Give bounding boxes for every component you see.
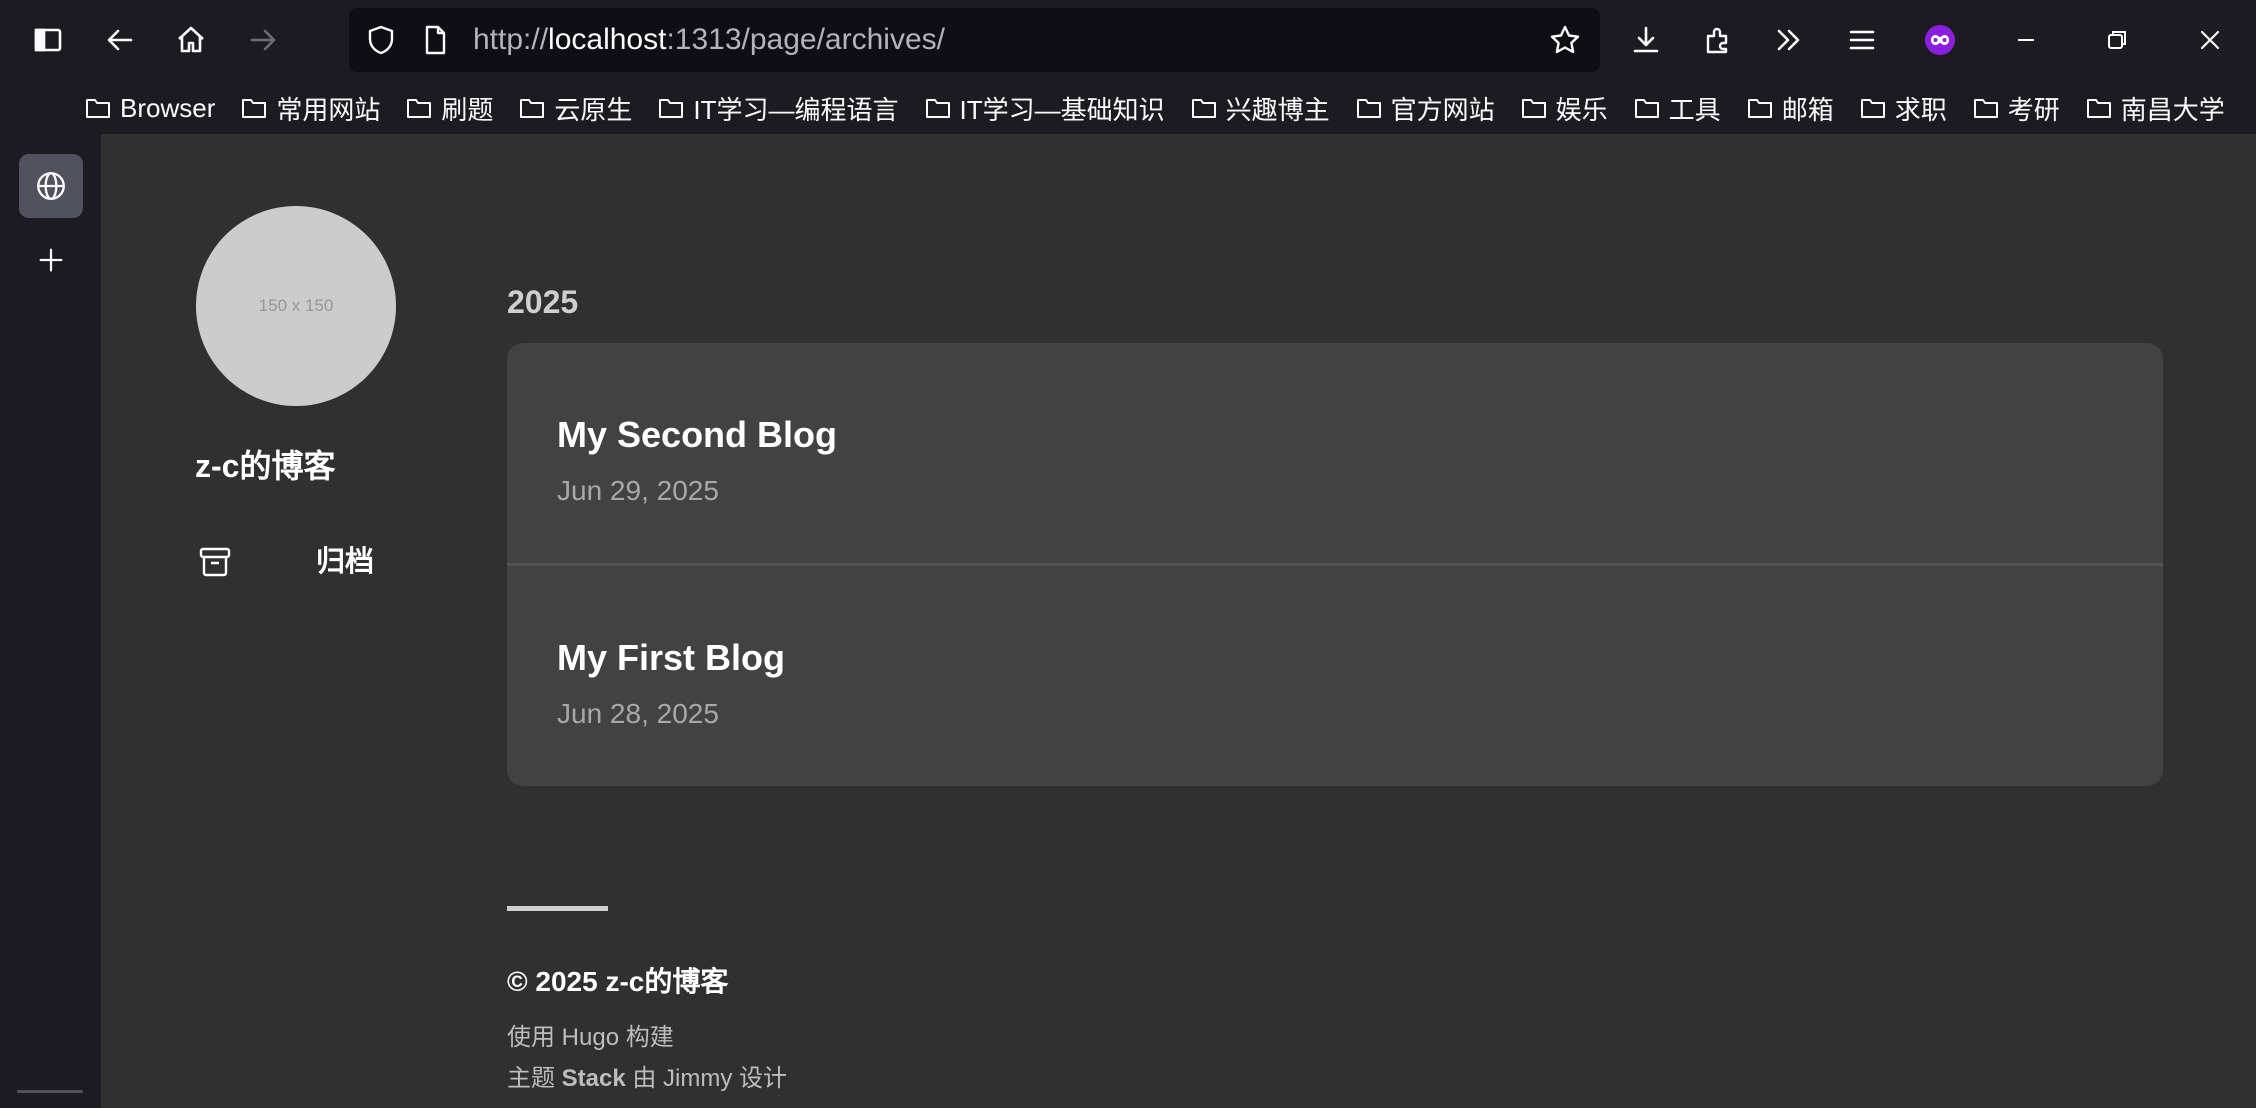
download-icon[interactable] (1620, 14, 1672, 66)
bookmark-folder[interactable]: 南昌大学 (2085, 86, 2225, 130)
bookmark-folder[interactable]: 娱乐 (1520, 86, 1608, 130)
bookmark-folder[interactable]: IT学习—编程语言 (657, 86, 899, 130)
archive-year-heading: 2025 (507, 284, 579, 320)
post-title[interactable]: My First Blog (557, 637, 785, 679)
post-date: Jun 28, 2025 (557, 698, 719, 729)
menu-item-archives[interactable]: 归档 (195, 542, 395, 582)
bookmark-label: 兴趣博主 (1225, 94, 1330, 125)
folder-icon (1860, 99, 1885, 118)
browser-sidebar (0, 134, 101, 1108)
bookmark-label: 云原生 (554, 94, 633, 125)
bookmark-label: 工具 (1668, 94, 1721, 125)
bookmark-label: 官方网站 (1390, 94, 1495, 125)
bookmark-folder[interactable]: 官方网站 (1355, 86, 1495, 130)
folder-icon (1191, 99, 1216, 118)
sidebar-toggle-icon[interactable] (22, 14, 74, 66)
bookmark-label: 常用网站 (276, 94, 381, 125)
theme-prefix: 主题 (507, 1065, 555, 1092)
overflow-chevrons-icon[interactable] (1763, 14, 1815, 66)
bookmark-folder[interactable]: 常用网站 (240, 86, 380, 130)
hamburger-menu-icon[interactable] (1836, 14, 1888, 66)
url-text[interactable]: http://localhost:1313/page/archives/ (473, 8, 945, 72)
post-title[interactable]: My Second Blog (557, 414, 837, 456)
bookmark-label: IT学习—编程语言 (693, 94, 899, 125)
folder-icon (659, 99, 684, 118)
folder-icon (1356, 99, 1381, 118)
bookmark-folder[interactable]: 兴趣博主 (1190, 86, 1330, 130)
bookmarks-bar: Browser 常用网站 刷题 云原生 IT学习—编程语言 IT学习—基础知识 兴趣博主 官方… (0, 86, 2256, 130)
avatar-placeholder-text: 150 x 150 (258, 296, 334, 315)
menu-item-label: 归档 (316, 546, 375, 578)
bookmark-folder[interactable]: 求职 (1859, 86, 1947, 130)
bookmark-folder[interactable]: 云原生 (518, 86, 632, 130)
shield-icon[interactable] (365, 24, 397, 56)
star-bookmark-icon[interactable] (1549, 24, 1581, 56)
theme-name-link[interactable]: Stack (562, 1065, 626, 1092)
folder-icon (520, 99, 545, 118)
folder-icon (1747, 99, 1772, 118)
folder-icon (407, 99, 432, 118)
bookmark-label: 南昌大学 (2120, 94, 2225, 125)
folder-icon (1634, 99, 1659, 118)
forward-arrow-icon[interactable] (237, 14, 289, 66)
bookmark-folder[interactable]: IT学习—基础知识 (924, 86, 1165, 130)
post-date: Jun 29, 2025 (557, 475, 719, 506)
bookmark-label: IT学习—基础知识 (959, 94, 1165, 125)
folder-icon (925, 99, 950, 118)
bookmark-folder[interactable]: 工具 (1633, 86, 1721, 130)
extensions-puzzle-icon[interactable] (1692, 14, 1744, 66)
minimize-window-icon[interactable] (2000, 14, 2052, 66)
folder-icon (86, 99, 110, 118)
address-bar[interactable]: http://localhost:1313/page/archives/ (349, 8, 1600, 72)
archive-list-card: My Second Blog Jun 29, 2025 My First Blo… (507, 343, 2163, 786)
back-arrow-icon[interactable] (94, 14, 146, 66)
avatar[interactable]: 150 x 150 (196, 206, 396, 406)
bookmark-folder[interactable]: 考研 (1972, 86, 2060, 130)
footer-theme-credit: 主题 Stack 由 Jimmy 设计 (507, 1058, 787, 1093)
web-panel-globe-icon[interactable] (19, 154, 83, 218)
folder-icon (1973, 99, 1998, 118)
page-content: 150 x 150 z-c的博客 归档 2025 My Second Blog … (101, 134, 2256, 1108)
sidebar-divider (17, 1090, 83, 1093)
browser-toolbar: http://localhost:1313/page/archives/ (0, 0, 2256, 80)
bookmark-label: 求职 (1894, 94, 1947, 125)
page-icon[interactable] (419, 24, 451, 56)
footer-powered-by[interactable]: 使用 Hugo 构建 (507, 1017, 674, 1052)
bookmark-folder[interactable]: 邮箱 (1746, 86, 1834, 130)
bookmark-label: 邮箱 (1781, 94, 1834, 125)
add-panel-plus-icon[interactable] (19, 228, 83, 292)
bookmark-label: Browser (120, 92, 216, 123)
site-name[interactable]: z-c的博客 (195, 441, 335, 487)
archive-entry[interactable]: My First Blog Jun 28, 2025 (507, 566, 2163, 786)
bookmark-label: 考研 (2007, 94, 2060, 125)
folder-icon (242, 99, 267, 118)
close-window-icon[interactable] (2184, 14, 2236, 66)
folder-icon (1521, 99, 1546, 118)
restore-window-icon[interactable] (2091, 14, 2143, 66)
bookmark-label: 刷题 (441, 94, 494, 125)
folder-icon (2086, 99, 2111, 118)
bookmark-folder[interactable]: 刷题 (405, 86, 493, 130)
bookmark-label: 娱乐 (1555, 94, 1608, 125)
theme-author[interactable]: 由 Jimmy 设计 (632, 1065, 787, 1092)
footer-copyright: © 2025 z-c的博客 (507, 966, 729, 997)
bookmark-folder[interactable]: Browser (84, 86, 215, 130)
home-icon[interactable] (165, 14, 217, 66)
footer-rule (507, 906, 608, 911)
private-extension-icon[interactable] (1914, 14, 1966, 66)
archive-entry[interactable]: My Second Blog Jun 29, 2025 (507, 343, 2163, 565)
archive-icon (199, 547, 231, 577)
